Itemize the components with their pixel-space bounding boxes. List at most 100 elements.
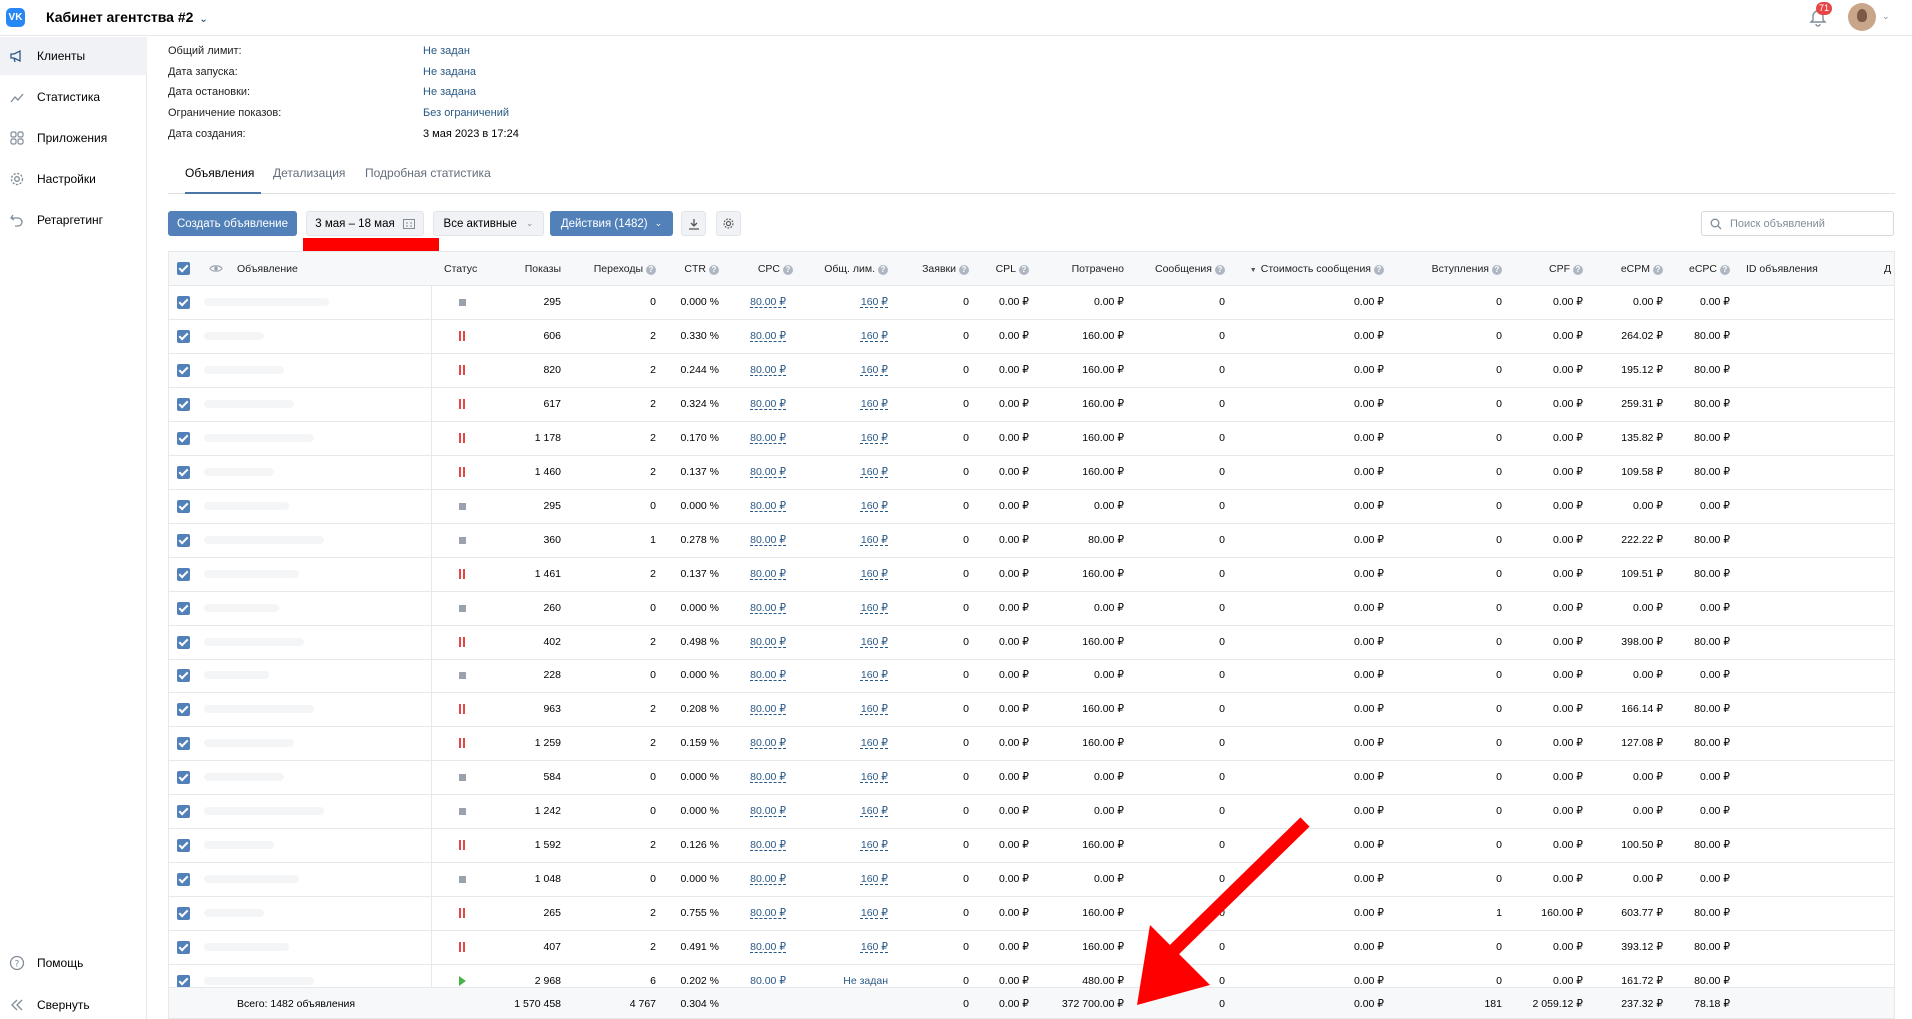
column-header[interactable]: ID объявления	[1746, 263, 1818, 275]
tab-ads[interactable]: Объявления	[185, 166, 261, 194]
tab-detailed-stats[interactable]: Подробная статистика	[365, 166, 491, 194]
table-row[interactable]: 360 1 0.278 % 80.00 ₽ 160 ₽ 0 0.00 ₽ 80.00 ₽ 0 0.…	[169, 523, 1894, 558]
collapse-sidebar-button[interactable]: Свернуть	[9, 997, 90, 1013]
cell-limit[interactable]: 160 ₽	[861, 907, 888, 919]
stopped-status-icon[interactable]	[459, 672, 466, 680]
sidebar-item-chart[interactable]: Статистика	[0, 78, 147, 116]
row-checkbox[interactable]	[177, 363, 190, 377]
avatar[interactable]	[1848, 3, 1876, 31]
cell-limit[interactable]: 160 ₽	[861, 330, 888, 342]
table-row[interactable]: 265 2 0.755 % 80.00 ₽ 160 ₽ 0 0.00 ₽ 160.00 ₽ 0 0…	[169, 897, 1894, 932]
table-row[interactable]: 584 0 0.000 % 80.00 ₽ 160 ₽ 0 0.00 ₽ 0.00 ₽ 0 0.0…	[169, 761, 1894, 796]
row-checkbox[interactable]	[177, 329, 190, 343]
vk-logo[interactable]: VK	[6, 8, 25, 27]
column-header[interactable]: Заявки?	[922, 263, 969, 275]
stopped-status-icon[interactable]	[459, 536, 466, 544]
info-value[interactable]: Не задан	[423, 45, 470, 57]
row-checkbox[interactable]	[177, 907, 190, 921]
table-row[interactable]: 1 259 2 0.159 % 80.00 ₽ 160 ₽ 0 0.00 ₽ 160.00 ₽…	[169, 727, 1894, 762]
pause-status-icon[interactable]	[458, 330, 466, 341]
row-checkbox[interactable]	[177, 635, 190, 649]
cell-cpc[interactable]: 80.00 ₽	[750, 771, 786, 783]
column-header[interactable]: CPL?	[996, 263, 1029, 275]
download-button[interactable]	[681, 211, 706, 236]
cell-cpc[interactable]: 80.00 ₽	[750, 602, 786, 614]
pause-status-icon[interactable]	[458, 636, 466, 647]
cell-limit[interactable]: 160 ₽	[861, 703, 888, 715]
pause-status-icon[interactable]	[458, 364, 466, 375]
row-checkbox[interactable]	[177, 805, 190, 819]
cell-cpc[interactable]: 80.00 ₽	[750, 568, 786, 580]
cell-cpc[interactable]: 80.00 ₽	[750, 941, 786, 953]
cell-limit[interactable]: 160 ₽	[861, 602, 888, 614]
cell-limit[interactable]: 160 ₽	[861, 534, 888, 546]
column-header[interactable]: Переходы?	[594, 263, 656, 275]
cell-cpc[interactable]: 80.00 ₽	[750, 330, 786, 342]
status-filter-dropdown[interactable]: Все активные ⌄	[433, 211, 544, 236]
date-range-picker[interactable]: 3 мая – 18 мая	[306, 211, 424, 236]
column-header[interactable]: Вступления?	[1432, 263, 1502, 275]
cell-limit[interactable]: 160 ₽	[861, 466, 888, 478]
table-row[interactable]: 402 2 0.498 % 80.00 ₽ 160 ₽ 0 0.00 ₽ 160.00 ₽ 0 0…	[169, 625, 1894, 660]
cell-cpc[interactable]: 80.00 ₽	[750, 500, 786, 512]
cell-limit[interactable]: 160 ₽	[861, 636, 888, 648]
cell-cpc[interactable]: 80.00 ₽	[750, 873, 786, 885]
sidebar-item-apps[interactable]: Приложения	[0, 119, 147, 157]
cell-cpc[interactable]: 80.00 ₽	[750, 466, 786, 478]
cell-cpc[interactable]: 80.00 ₽	[750, 398, 786, 410]
row-checkbox[interactable]	[177, 567, 190, 581]
column-header[interactable]: CTR?	[684, 263, 719, 275]
stopped-status-icon[interactable]	[459, 604, 466, 612]
table-row[interactable]: 1 460 2 0.137 % 80.00 ₽ 160 ₽ 0 0.00 ₽ 160.00 ₽…	[169, 455, 1894, 490]
cell-limit[interactable]: 160 ₽	[861, 568, 888, 580]
cell-limit[interactable]: 160 ₽	[861, 839, 888, 851]
table-row[interactable]: 617 2 0.324 % 80.00 ₽ 160 ₽ 0 0.00 ₽ 160.00 ₽ 0 0…	[169, 387, 1894, 422]
info-value[interactable]: Не задана	[423, 66, 476, 78]
column-header[interactable]: CPC?	[758, 263, 793, 275]
row-checkbox[interactable]	[177, 703, 190, 717]
stopped-status-icon[interactable]	[459, 502, 466, 510]
cell-cpc[interactable]: 80.00 ₽	[750, 669, 786, 681]
cell-cpc[interactable]: 80.00 ₽	[750, 907, 786, 919]
search-input[interactable]: Поиск объявлений	[1701, 211, 1894, 236]
cell-limit[interactable]: 160 ₽	[861, 669, 888, 681]
table-row[interactable]: 963 2 0.208 % 80.00 ₽ 160 ₽ 0 0.00 ₽ 160.00 ₽ 0 0…	[169, 693, 1894, 728]
tab-details[interactable]: Детализация	[273, 166, 345, 194]
row-checkbox[interactable]	[177, 499, 190, 513]
sidebar-item-gear[interactable]: Настройки	[0, 160, 147, 198]
row-checkbox[interactable]	[177, 533, 190, 547]
row-checkbox[interactable]	[177, 601, 190, 615]
table-row[interactable]: 1 048 0 0.000 % 80.00 ₽ 160 ₽ 0 0.00 ₽ 0.00 ₽ 0 0…	[169, 863, 1894, 898]
column-header[interactable]: Потрачено	[1072, 263, 1124, 275]
pause-status-icon[interactable]	[458, 908, 466, 919]
column-header[interactable]: eCPC?	[1689, 263, 1730, 275]
column-header[interactable]: ▼ Стоимость сообщения?	[1250, 263, 1384, 275]
row-checkbox[interactable]	[177, 941, 190, 955]
column-header[interactable]: Д	[1884, 263, 1891, 275]
help-link[interactable]: ? Помощь	[9, 955, 83, 971]
cell-cpc[interactable]: 80.00 ₽	[750, 296, 786, 308]
cell-limit[interactable]: 160 ₽	[861, 805, 888, 817]
column-header[interactable]: Статус	[444, 263, 477, 275]
row-checkbox[interactable]	[177, 296, 190, 309]
cell-cpc[interactable]: 80.00 ₽	[750, 432, 786, 444]
chevron-down-icon[interactable]: ⌄	[1882, 11, 1890, 22]
cell-cpc[interactable]: 80.00 ₽	[750, 364, 786, 376]
column-header[interactable]: Показы	[525, 263, 561, 275]
stopped-status-icon[interactable]	[459, 808, 466, 816]
table-row[interactable]: 260 0 0.000 % 80.00 ₽ 160 ₽ 0 0.00 ₽ 0.00 ₽ 0 0.0…	[169, 591, 1894, 626]
table-row[interactable]: 1 461 2 0.137 % 80.00 ₽ 160 ₽ 0 0.00 ₽ 160.00 ₽…	[169, 557, 1894, 592]
stopped-status-icon[interactable]	[459, 774, 466, 782]
actions-dropdown[interactable]: Действия (1482) ⌄	[550, 211, 673, 236]
table-row[interactable]: 606 2 0.330 % 80.00 ₽ 160 ₽ 0 0.00 ₽ 160.00 ₽ 0 0…	[169, 319, 1894, 354]
table-row[interactable]: 295 0 0.000 % 80.00 ₽ 160 ₽ 0 0.00 ₽ 0.00 ₽ 0 0.0…	[169, 489, 1894, 524]
table-row[interactable]: 228 0 0.000 % 80.00 ₽ 160 ₽ 0 0.00 ₽ 0.00 ₽ 0 0.0…	[169, 659, 1894, 694]
table-row[interactable]: 820 2 0.244 % 80.00 ₽ 160 ₽ 0 0.00 ₽ 160.00 ₽ 0 0…	[169, 353, 1894, 388]
pause-status-icon[interactable]	[458, 466, 466, 477]
stopped-status-icon[interactable]	[459, 299, 466, 306]
pause-status-icon[interactable]	[458, 568, 466, 579]
column-header[interactable]: CPF?	[1549, 263, 1583, 275]
info-value[interactable]: Не задана	[423, 86, 476, 98]
pause-status-icon[interactable]	[458, 942, 466, 953]
pause-status-icon[interactable]	[458, 840, 466, 851]
